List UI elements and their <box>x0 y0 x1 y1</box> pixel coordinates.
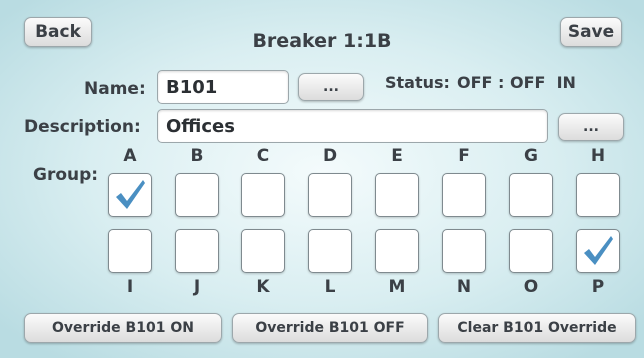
description-browse-button[interactable]: ... <box>558 113 624 141</box>
group-m-checkbox[interactable] <box>375 229 419 273</box>
group-letter-p: P <box>591 277 605 297</box>
page-title: Breaker 1:1B <box>252 30 392 52</box>
group-o-checkbox[interactable] <box>509 229 553 273</box>
status-value: OFF : OFF IN <box>457 73 576 92</box>
group-b-checkbox[interactable] <box>175 173 219 217</box>
group-letter-j: J <box>193 277 201 297</box>
group-letter-o: O <box>523 277 539 297</box>
group-l-checkbox[interactable] <box>308 229 352 273</box>
override-on-button[interactable]: Override B101 ON <box>24 313 222 343</box>
name-browse-button[interactable]: ... <box>298 73 364 101</box>
status-label: Status: <box>385 73 450 92</box>
group-letter-b: B <box>190 146 204 166</box>
description-label: Description: <box>24 117 141 137</box>
group-d-checkbox[interactable] <box>308 173 352 217</box>
override-off-button[interactable]: Override B101 OFF <box>232 313 428 343</box>
checkmark-icon <box>584 236 613 265</box>
description-field[interactable]: Offices <box>157 109 548 143</box>
group-letter-g: G <box>524 146 538 166</box>
group-letter-i: I <box>126 277 134 297</box>
name-field[interactable]: B101 <box>157 70 289 104</box>
group-f-checkbox[interactable] <box>442 173 486 217</box>
group-letter-d: D <box>322 146 338 166</box>
group-letter-h: H <box>590 146 606 166</box>
name-label: Name: <box>84 79 146 99</box>
group-letter-a: A <box>123 146 137 166</box>
group-letter-f: F <box>458 146 470 166</box>
group-i-checkbox[interactable] <box>108 229 152 273</box>
save-button[interactable]: Save <box>560 17 622 47</box>
group-j-checkbox[interactable] <box>175 229 219 273</box>
group-c-checkbox[interactable] <box>241 173 285 217</box>
group-n-checkbox[interactable] <box>442 229 486 273</box>
checkmark-icon <box>116 180 145 209</box>
group-letter-c: C <box>256 146 270 166</box>
clear-override-button[interactable]: Clear B101 Override <box>438 313 636 343</box>
group-e-checkbox[interactable] <box>375 173 419 217</box>
group-letter-l: L <box>324 277 336 297</box>
group-g-checkbox[interactable] <box>509 173 553 217</box>
group-label: Group: <box>33 165 99 185</box>
group-k-checkbox[interactable] <box>241 229 285 273</box>
group-letter-n: N <box>456 277 472 297</box>
group-h-checkbox[interactable] <box>576 173 620 217</box>
group-letter-e: E <box>391 146 403 166</box>
group-a-checkbox[interactable] <box>108 173 152 217</box>
group-letter-k: K <box>256 277 270 297</box>
group-p-checkbox[interactable] <box>576 229 620 273</box>
group-letter-m: M <box>388 277 406 297</box>
